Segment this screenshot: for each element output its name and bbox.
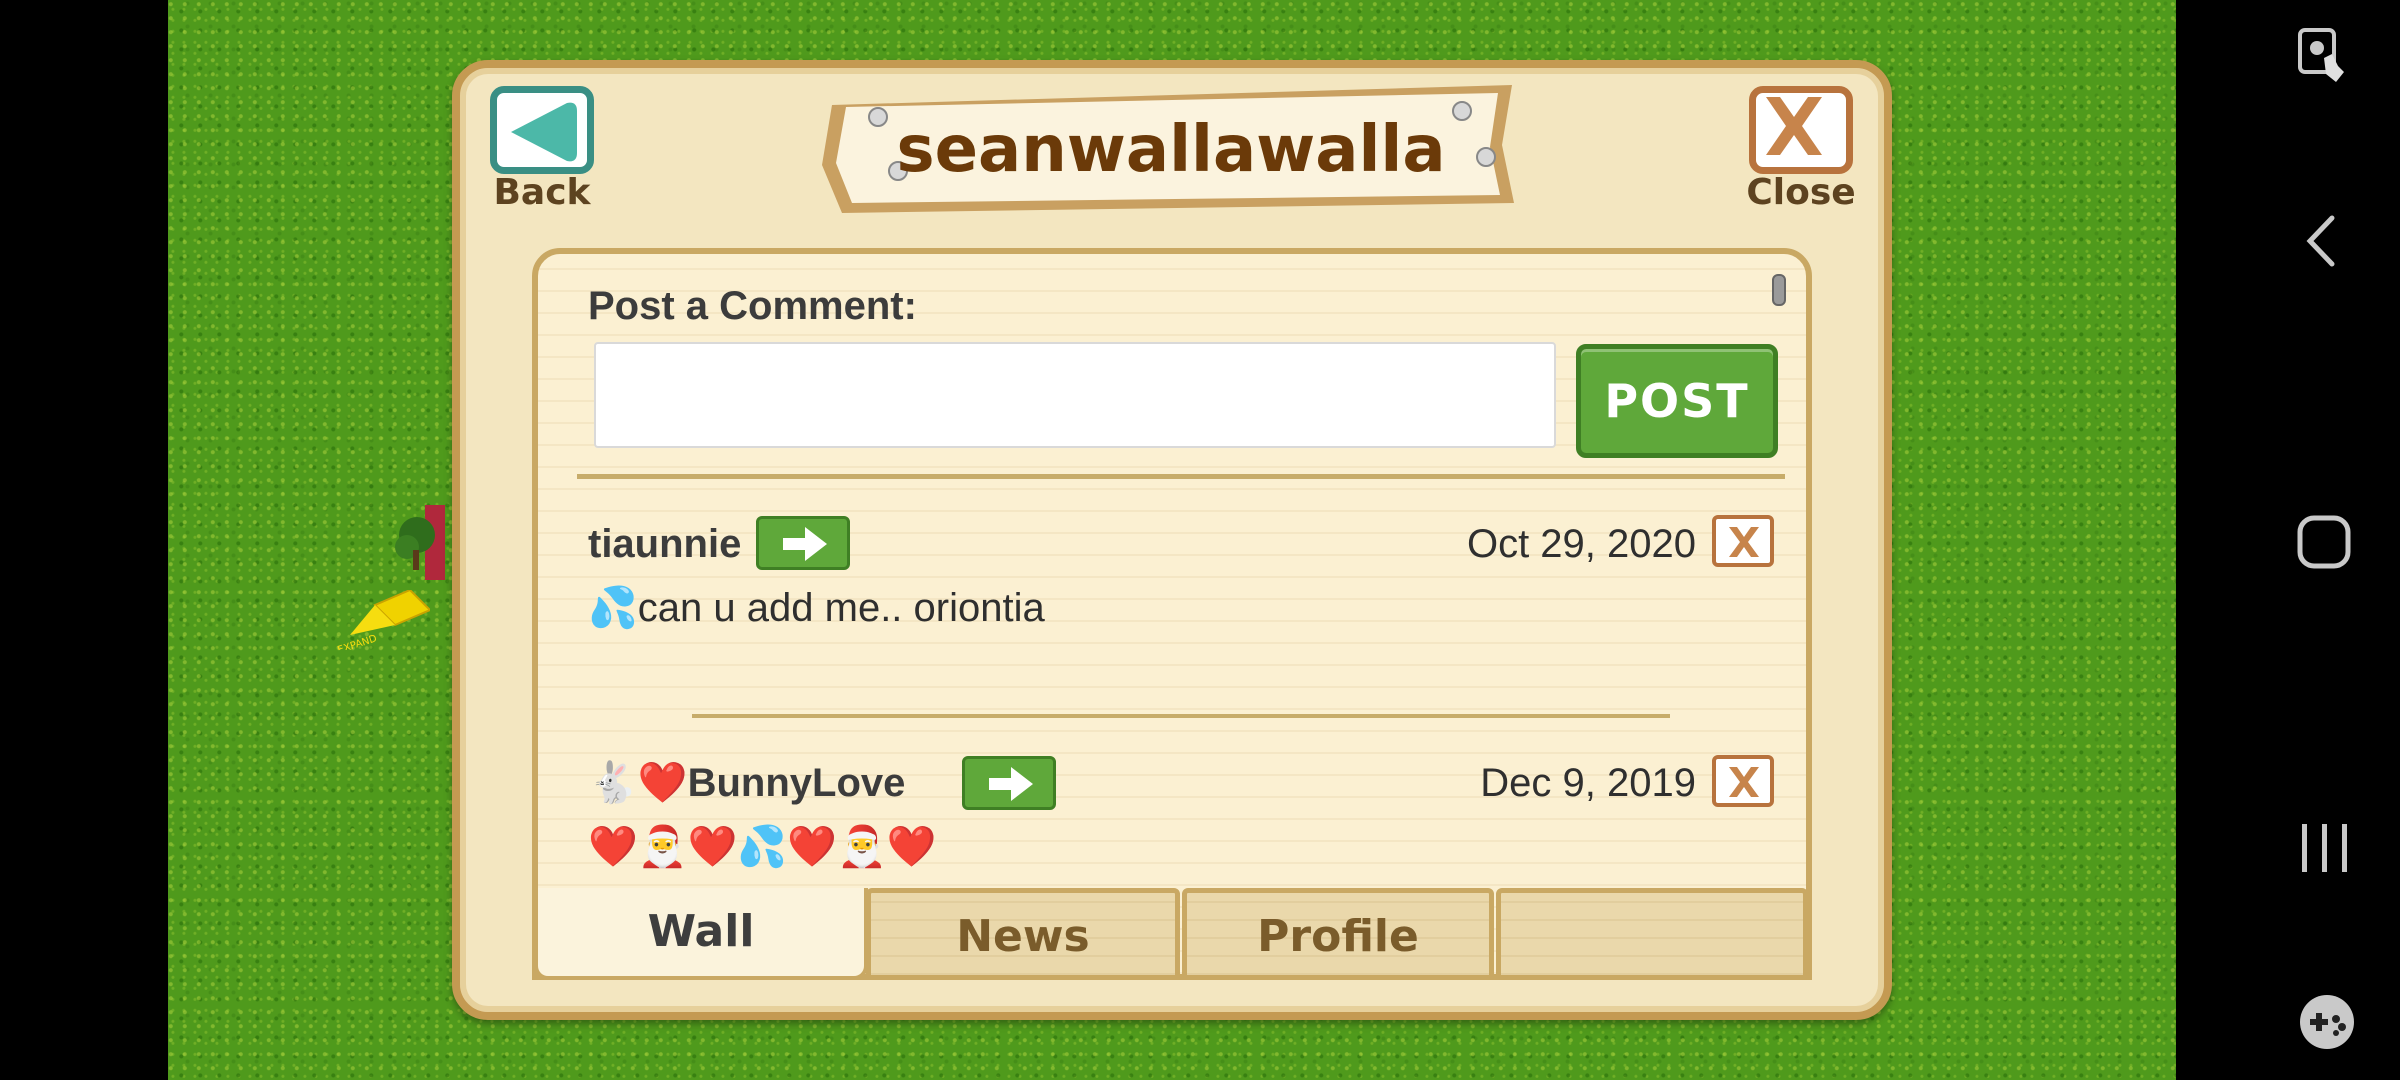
delete-x-icon	[1729, 527, 1759, 557]
scrollbar-thumb[interactable]	[1772, 274, 1786, 306]
comment-text: 💦can u add me.. oriontia	[588, 586, 1045, 630]
comment-author[interactable]: tiaunnie	[588, 519, 741, 569]
gamepad-icon[interactable]	[2298, 993, 2356, 1051]
back-label[interactable]: Back	[472, 172, 612, 213]
android-back-icon[interactable]	[2304, 214, 2338, 268]
comment-author[interactable]: 🐇❤️BunnyLove	[588, 758, 905, 808]
comment-date: Oct 29, 2020	[1466, 522, 1696, 566]
svg-text:EXPAND: EXPAND	[336, 633, 378, 650]
right-arrow-icon	[783, 527, 827, 561]
delete-x-icon	[1729, 767, 1759, 797]
delete-comment-button[interactable]	[1712, 515, 1774, 567]
visit-user-button[interactable]	[962, 756, 1056, 810]
delete-comment-button[interactable]	[1712, 755, 1774, 807]
tab-bar: Wall News Profile	[532, 888, 1812, 980]
composer-divider	[577, 474, 1785, 479]
comment-input[interactable]	[594, 342, 1556, 448]
comment-date: Dec 9, 2019	[1480, 761, 1696, 805]
tab-wall[interactable]: Wall	[534, 888, 868, 980]
post-button[interactable]: POST	[1576, 344, 1778, 458]
close-x-icon	[1766, 97, 1822, 155]
close-label[interactable]: Close	[1731, 172, 1871, 213]
android-recents-icon[interactable]	[2298, 822, 2352, 874]
visit-user-button[interactable]	[756, 516, 850, 570]
post-comment-label: Post a Comment:	[588, 284, 917, 328]
page-title: seanwallawalla	[896, 113, 1446, 187]
comment-text: ❤️🎅❤️💦❤️🎅❤️	[588, 825, 937, 869]
back-arrow-icon	[511, 102, 577, 162]
tab-news[interactable]: News	[866, 888, 1180, 980]
back-button[interactable]	[490, 86, 594, 174]
screenshot-touch-icon[interactable]	[2298, 28, 2346, 88]
expand-arrow-icon[interactable]: EXPAND	[335, 590, 430, 650]
tab-empty[interactable]	[1496, 888, 1808, 980]
android-home-icon[interactable]	[2297, 515, 2351, 569]
farm-tree-decoration	[395, 505, 445, 580]
right-arrow-icon	[989, 767, 1033, 801]
comment-divider	[692, 714, 1670, 718]
close-button[interactable]	[1749, 86, 1853, 174]
tab-profile[interactable]: Profile	[1182, 888, 1494, 980]
system-navigation-bar	[2176, 0, 2400, 1080]
left-letterbox	[0, 0, 168, 1080]
